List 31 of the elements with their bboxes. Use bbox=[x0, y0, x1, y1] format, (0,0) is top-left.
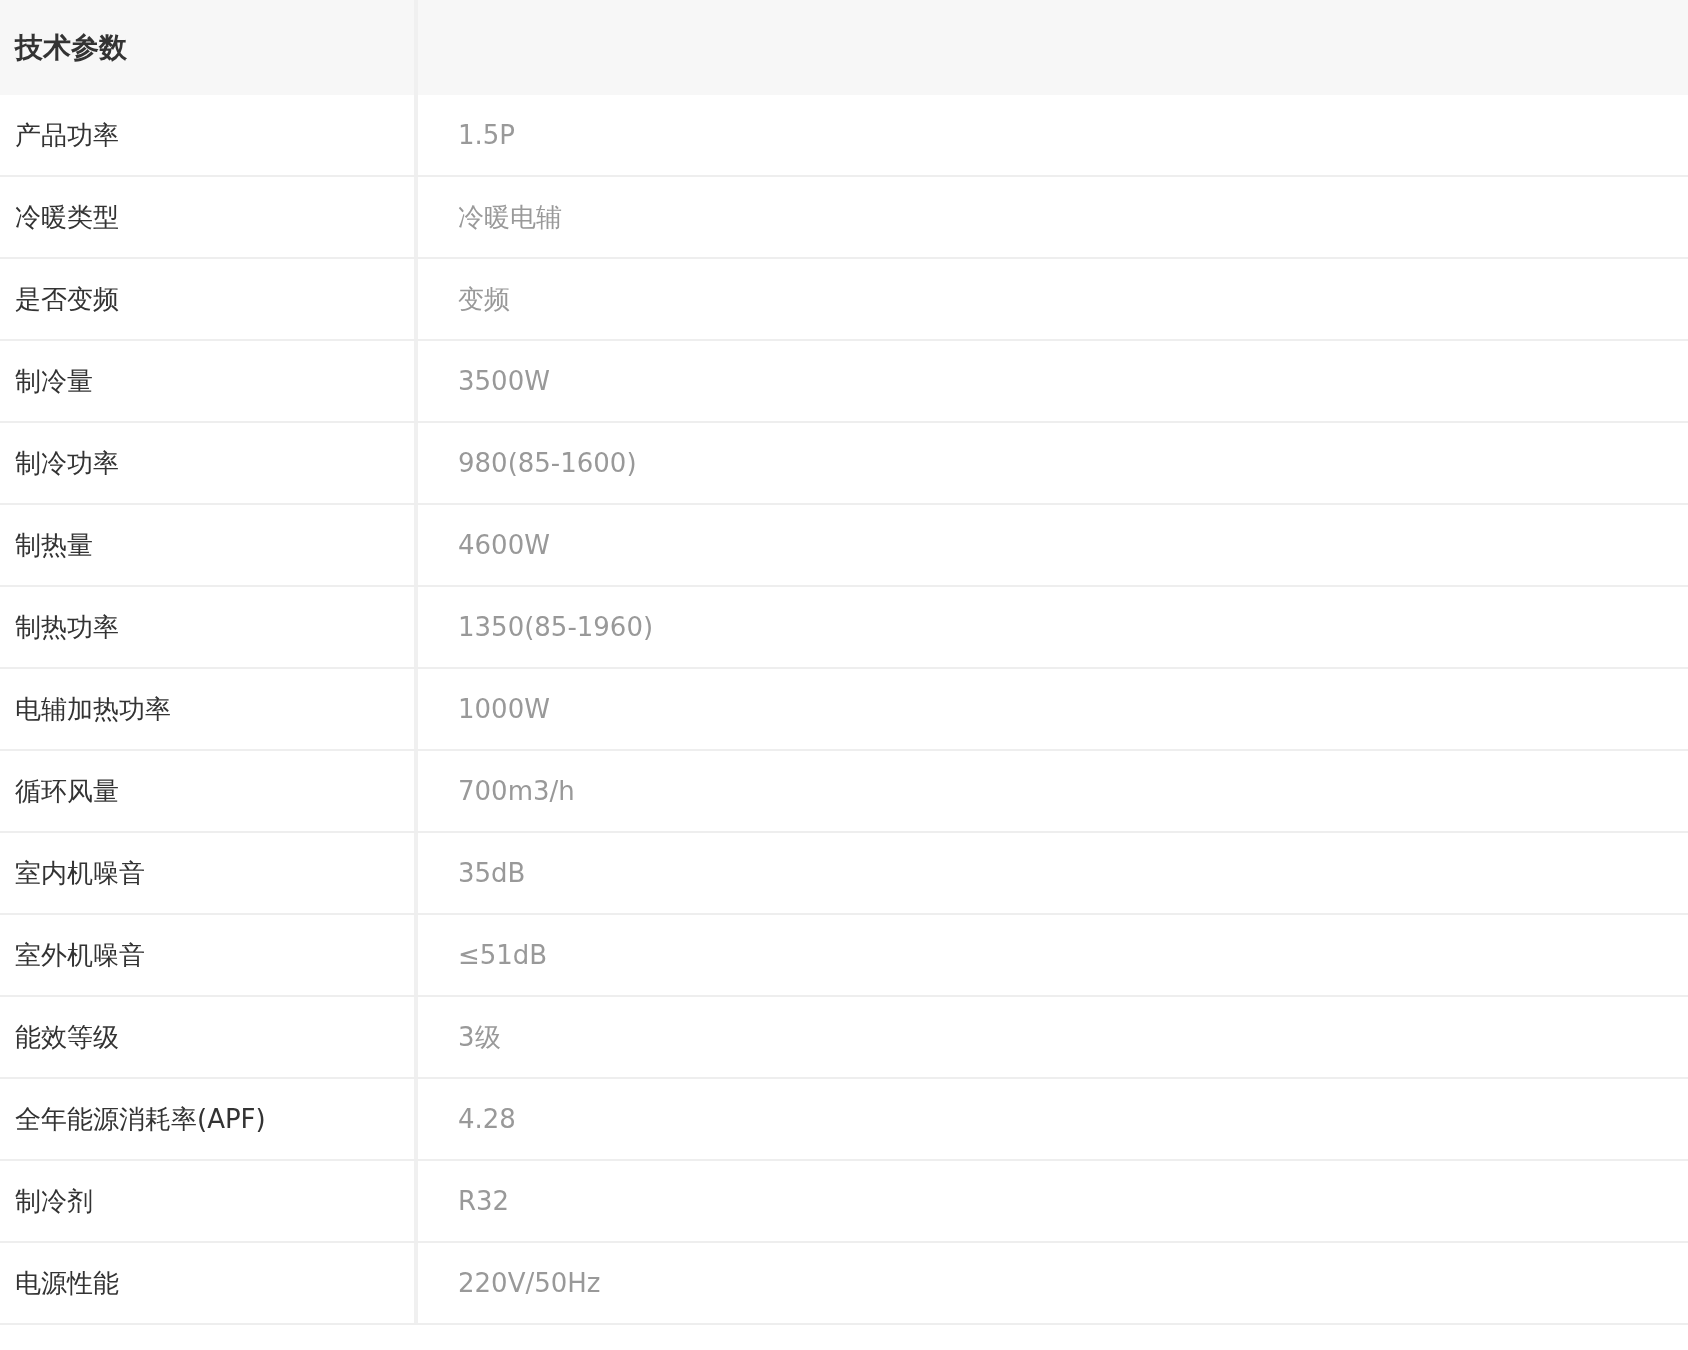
spec-value: 1350(85-1960) bbox=[458, 612, 654, 642]
spec-label: 能效等级 bbox=[15, 1020, 119, 1054]
spec-label: 制热量 bbox=[15, 528, 93, 562]
spec-label: 产品功率 bbox=[15, 118, 119, 152]
spec-value: 1.5P bbox=[458, 120, 516, 150]
spec-value: 3级 bbox=[458, 1020, 501, 1054]
spec-value: ≤51dB bbox=[458, 940, 548, 970]
spec-label: 电辅加热功率 bbox=[15, 692, 171, 726]
spec-value: 变频 bbox=[458, 282, 510, 316]
spec-label: 冷暖类型 bbox=[15, 200, 119, 234]
spec-value: R32 bbox=[458, 1186, 510, 1216]
spec-label: 室外机噪音 bbox=[15, 938, 145, 972]
spec-label: 制冷量 bbox=[15, 364, 93, 398]
spec-value: 4.28 bbox=[458, 1104, 516, 1134]
spec-value: 冷暖电辅 bbox=[458, 200, 562, 234]
spec-value: 3500W bbox=[458, 366, 550, 396]
spec-label: 制热功率 bbox=[15, 610, 119, 644]
spec-value: 220V/50Hz bbox=[458, 1268, 601, 1298]
spec-label: 电源性能 bbox=[15, 1266, 119, 1300]
spec-label: 制冷剂 bbox=[15, 1184, 93, 1218]
spec-value: 4600W bbox=[458, 530, 550, 560]
spec-value: 700m3/h bbox=[458, 776, 575, 806]
spec-label: 制冷功率 bbox=[15, 446, 119, 480]
spec-label: 室内机噪音 bbox=[15, 856, 145, 890]
table-title: 技术参数 bbox=[15, 29, 127, 66]
spec-value: 35dB bbox=[458, 858, 526, 888]
spec-label: 循环风量 bbox=[15, 774, 119, 808]
spec-label: 是否变频 bbox=[15, 282, 119, 316]
spec-value: 980(85-1600) bbox=[458, 448, 637, 478]
spec-label: 全年能源消耗率(APF) bbox=[15, 1102, 266, 1136]
spec-value: 1000W bbox=[458, 694, 550, 724]
